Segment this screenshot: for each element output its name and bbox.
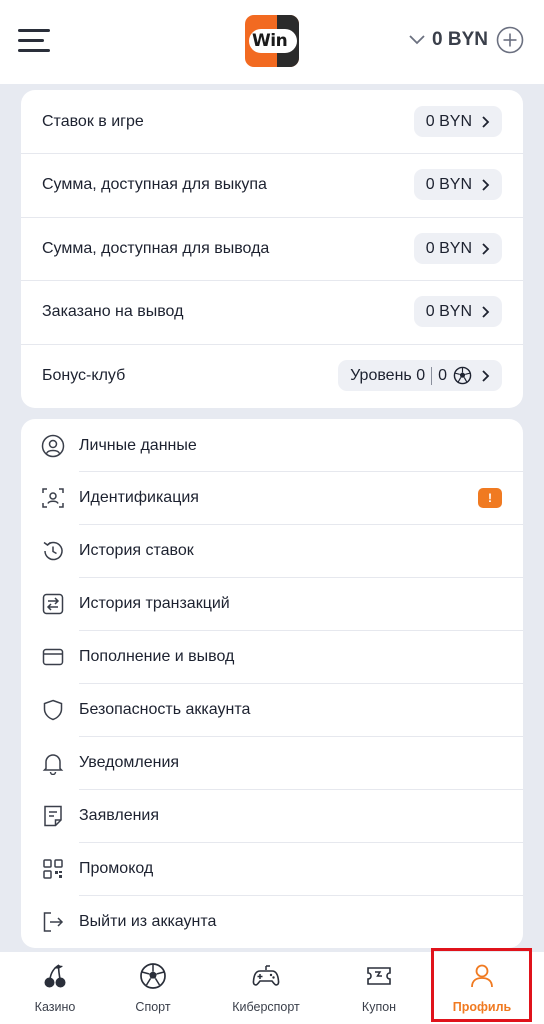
menu-item-account-security[interactable]: Безопасность аккаунта xyxy=(21,683,523,736)
menu-item-bet-history[interactable]: История ставок xyxy=(21,524,523,577)
nav-label: Казино xyxy=(34,1000,76,1014)
bonus-club-label: Бонус-клуб xyxy=(42,366,126,384)
balance-amount: 0 BYN xyxy=(432,29,488,50)
chevron-right-icon xyxy=(482,178,490,191)
stat-value: 0 BYN xyxy=(425,112,472,130)
logout-icon xyxy=(43,911,64,932)
qr-code-icon xyxy=(43,858,63,879)
nav-label: Спорт xyxy=(135,1000,171,1014)
transfer-icon xyxy=(42,593,64,614)
stat-value-pill[interactable]: 0 BYN xyxy=(413,233,502,264)
menu-item-promo-code[interactable]: Промокод xyxy=(21,842,523,895)
stat-row-bets-in-game[interactable]: Ставок в игре 0 BYN xyxy=(21,90,523,153)
menu-item-statements[interactable]: Заявления xyxy=(21,789,523,842)
warning-badge: ! xyxy=(478,487,502,508)
menu-item-label: Уведомления xyxy=(79,753,180,771)
profile-menu-card: Личные данные Идентификация ! История ст… xyxy=(21,419,523,948)
chevron-right-icon xyxy=(482,115,490,128)
nav-tab-sport[interactable]: Спорт xyxy=(103,952,203,1024)
stat-label: Сумма, доступная для выкупа xyxy=(42,175,267,193)
menu-item-label: Заявления xyxy=(79,806,160,824)
stat-label: Заказано на вывод xyxy=(42,302,184,320)
menu-item-transaction-history[interactable]: История транзакций xyxy=(21,577,523,630)
stat-value: 0 BYN xyxy=(425,175,472,193)
menu-item-deposit-withdraw[interactable]: Пополнение и вывод xyxy=(21,630,523,683)
profile-tab-highlight-frame xyxy=(431,948,532,1022)
app-header: Win 0 BYN xyxy=(0,0,544,84)
menu-item-label: Безопасность аккаунта xyxy=(79,700,251,718)
user-circle-icon xyxy=(41,434,65,457)
menu-item-identification[interactable]: Идентификация ! xyxy=(21,471,523,524)
stat-value: 0 BYN xyxy=(425,302,472,320)
gamepad-icon xyxy=(252,965,280,986)
app-logo[interactable]: Win xyxy=(245,15,299,67)
nav-label: Киберспорт xyxy=(232,1000,300,1014)
soccer-ball-icon xyxy=(140,963,166,989)
chevron-right-icon xyxy=(482,369,490,382)
shield-icon xyxy=(43,699,63,720)
soccer-ball-icon xyxy=(453,366,472,385)
nav-label: Купон xyxy=(361,1000,397,1014)
nav-tab-coupon[interactable]: Купон xyxy=(329,952,429,1024)
menu-item-notifications[interactable]: Уведомления xyxy=(21,736,523,789)
stat-label: Ставок в игре xyxy=(42,112,144,130)
menu-item-label: Выйти из аккаунта xyxy=(79,912,217,930)
stat-label: Сумма, доступная для вывода xyxy=(42,239,270,257)
menu-item-label: Личные данные xyxy=(79,436,197,454)
stat-row-bonus-club[interactable]: Бонус-клуб Уровень 0 0 xyxy=(21,344,523,407)
menu-item-label: Пополнение и вывод xyxy=(79,647,235,665)
stat-value-pill[interactable]: 0 BYN xyxy=(413,296,502,327)
document-icon xyxy=(44,805,62,826)
chevron-right-icon xyxy=(482,305,490,318)
bonus-level: Уровень 0 xyxy=(350,366,426,384)
nav-tab-esports[interactable]: Киберспорт xyxy=(216,952,316,1024)
menu-item-logout[interactable]: Выйти из аккаунта xyxy=(21,895,523,948)
bonus-level-pill[interactable]: Уровень 0 0 xyxy=(338,360,502,391)
id-scan-icon xyxy=(42,487,64,508)
chevron-right-icon xyxy=(482,242,490,255)
menu-item-label: История ставок xyxy=(79,541,194,559)
add-funds-icon[interactable] xyxy=(496,26,524,54)
stat-row-ordered-withdrawal[interactable]: Заказано на вывод 0 BYN xyxy=(21,280,523,343)
stat-value: 0 BYN xyxy=(425,239,472,257)
menu-item-personal-data[interactable]: Личные данные xyxy=(21,419,523,472)
menu-burger-button[interactable] xyxy=(18,29,52,53)
stat-row-withdraw-available[interactable]: Сумма, доступная для вывода 0 BYN xyxy=(21,217,523,280)
stat-value-pill[interactable]: 0 BYN xyxy=(413,106,502,137)
balance-stats-card: Ставок в игре 0 BYN Сумма, доступная для… xyxy=(21,90,523,408)
cherry-icon xyxy=(44,964,66,988)
menu-item-label: История транзакций xyxy=(79,594,230,612)
nav-tab-casino[interactable]: Казино xyxy=(5,952,105,1024)
wallet-icon xyxy=(42,648,64,665)
stat-value-pill[interactable]: 0 BYN xyxy=(413,169,502,200)
menu-item-label: Идентификация xyxy=(79,488,199,506)
chevron-down-icon xyxy=(409,35,425,45)
history-icon xyxy=(43,541,63,560)
logo-text: Win xyxy=(252,31,288,51)
menu-item-label: Промокод xyxy=(79,859,154,877)
stat-row-cashout-available[interactable]: Сумма, доступная для выкупа 0 BYN xyxy=(21,153,523,216)
ticket-icon xyxy=(367,967,391,985)
balance-dropdown[interactable]: 0 BYN xyxy=(408,25,524,55)
bonus-points: 0 xyxy=(438,366,447,384)
bell-icon xyxy=(42,753,64,775)
